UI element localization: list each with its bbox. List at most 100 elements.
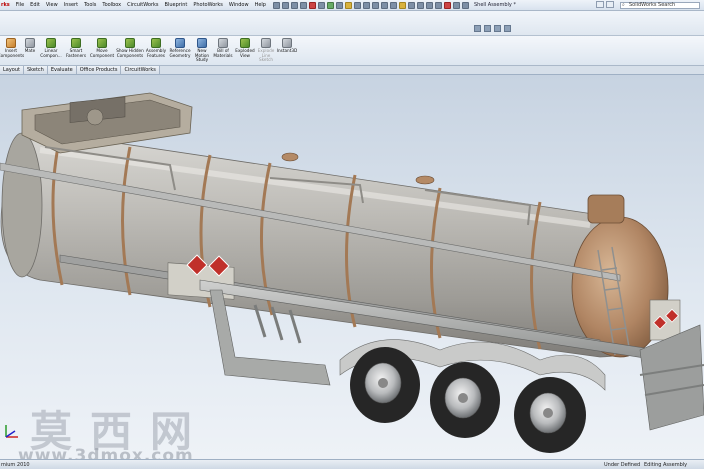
save-icon[interactable]	[290, 1, 298, 9]
instant3d-label: Instant3D	[276, 48, 298, 53]
open-icon[interactable]	[281, 1, 289, 9]
zoom-fit-icon[interactable]	[344, 1, 352, 9]
display-style-icon[interactable]	[389, 1, 397, 9]
insert-components-label: Insert Components	[0, 48, 25, 58]
move-component-label: Move Component	[89, 48, 115, 58]
move-component-button[interactable]: Move Component	[88, 36, 116, 58]
menu-edit[interactable]: Edit	[27, 2, 43, 8]
bom-label: Bill of Materials	[213, 48, 233, 58]
bill-of-materials-button[interactable]: Bill of Materials	[212, 36, 234, 58]
search-icon: ⌕	[622, 2, 625, 8]
scene-icon[interactable]	[434, 1, 442, 9]
secondary-toolbar-icons	[474, 25, 511, 32]
exploded-view-icon	[240, 38, 250, 48]
undo-icon[interactable]	[308, 1, 316, 9]
instant3d-button[interactable]: Instant3D	[276, 36, 298, 54]
smart-fasteners-icon	[71, 38, 81, 48]
rotate-icon[interactable]	[362, 1, 370, 9]
view-orientation-icon[interactable]	[380, 1, 388, 9]
minimize-icon[interactable]	[606, 1, 614, 8]
tab-evaluate[interactable]: Evaluate	[47, 66, 77, 74]
reference-triad	[5, 425, 18, 438]
linear-pattern-button[interactable]: Linear Compon...	[38, 36, 64, 58]
document-title: Shell Assembly *	[474, 2, 516, 8]
tile-vertical-icon[interactable]	[484, 25, 491, 32]
window-tile-icon[interactable]	[452, 1, 460, 9]
menu-photoworks[interactable]: PhotoWorks	[190, 2, 226, 8]
hatch-box	[21, 92, 193, 154]
new-icon[interactable]	[272, 1, 280, 9]
rebuild-icon[interactable]	[326, 1, 334, 9]
insert-components-button[interactable]: Insert Components	[0, 36, 25, 58]
tile-horizontal-icon[interactable]	[474, 25, 481, 32]
print-icon[interactable]	[299, 1, 307, 9]
reference-geometry-button[interactable]: Reference Geometry	[168, 36, 192, 58]
wheel-1	[350, 347, 420, 423]
motion-study-icon	[197, 38, 207, 48]
menu-help[interactable]: Help	[252, 2, 269, 8]
lights-icon[interactable]	[398, 1, 406, 9]
assembly-features-label: Assembly Features	[145, 48, 167, 58]
tank-body	[0, 129, 669, 358]
show-hidden-label: Show Hidden Components	[116, 48, 144, 58]
search-input[interactable]: ⌕ SolidWorks Search	[620, 2, 700, 9]
cascade-icon[interactable]	[461, 1, 469, 9]
menu-view[interactable]: View	[43, 2, 61, 8]
move-component-icon	[97, 38, 107, 48]
tab-layout[interactable]: Layout	[0, 66, 24, 74]
secondary-toolbar	[0, 11, 704, 36]
section-view-icon[interactable]	[407, 1, 415, 9]
menu-window[interactable]: Window	[226, 2, 252, 8]
linear-pattern-label: Linear Compon...	[40, 48, 62, 58]
tab-sketch[interactable]: Sketch	[24, 66, 48, 74]
smart-fasteners-label: Smart Fasteners	[65, 48, 87, 58]
new-motion-study-button[interactable]: New Motion Study	[192, 36, 212, 63]
mate-button[interactable]: Mate	[22, 36, 38, 54]
insert-components-icon	[6, 38, 16, 48]
menu-file[interactable]: File	[13, 2, 27, 8]
mate-icon	[25, 38, 35, 48]
smart-fasteners-button[interactable]: Smart Fasteners	[64, 36, 88, 58]
status-mode: Editing Assembly	[644, 462, 688, 468]
pan-icon[interactable]	[371, 1, 379, 9]
status-version: mium 2010	[1, 462, 30, 468]
menu-toolbox[interactable]: Toolbox	[99, 2, 124, 8]
menu-tools[interactable]: Tools	[81, 2, 99, 8]
command-manager-tabs: Layout Sketch Evaluate Office Products C…	[0, 66, 704, 75]
select-icon[interactable]	[317, 1, 325, 9]
window-controls	[596, 1, 614, 8]
bom-icon	[218, 38, 228, 48]
explode-line-label: Explode Line Sketch	[257, 48, 275, 63]
tab-office-products[interactable]: Office Products	[76, 66, 122, 74]
appearance-icon[interactable]	[425, 1, 433, 9]
wheel-2	[430, 362, 500, 438]
explode-line-sketch-button[interactable]: Explode Line Sketch	[256, 36, 276, 63]
options-icon[interactable]	[335, 1, 343, 9]
help-icon[interactable]	[596, 1, 604, 8]
stop-icon[interactable]	[443, 1, 451, 9]
reference-geometry-icon	[175, 38, 185, 48]
status-bar: mium 2010 Under Defined Editing Assembly	[0, 459, 704, 469]
menu-blueprint[interactable]: Blueprint	[162, 2, 191, 8]
reference-geometry-label: Reference Geometry	[169, 48, 191, 58]
solidworks-logo[interactable]: rks	[0, 2, 13, 8]
front-hatch	[587, 194, 625, 224]
menu-circuitworks[interactable]: CircuitWorks	[124, 2, 161, 8]
assembly-features-button[interactable]: Assembly Features	[144, 36, 168, 58]
exploded-view-button[interactable]: Exploded View	[234, 36, 256, 58]
show-hidden-icon	[125, 38, 135, 48]
show-hidden-components-button[interactable]: Show Hidden Components	[116, 36, 144, 58]
explode-line-icon	[261, 38, 271, 48]
search-text: SolidWorks Search	[629, 2, 676, 8]
menu-insert[interactable]: Insert	[61, 2, 81, 8]
tab-circuitworks[interactable]: CircuitWorks	[121, 66, 160, 74]
hide-show-icon[interactable]	[416, 1, 424, 9]
top-hatch	[281, 152, 299, 162]
restore-icon[interactable]	[494, 25, 501, 32]
close-document-icon[interactable]	[504, 25, 511, 32]
quick-access-toolbar	[272, 1, 469, 9]
mate-label: Mate	[24, 48, 36, 53]
zoom-area-icon[interactable]	[353, 1, 361, 9]
status-definition: Under Defined	[604, 462, 641, 468]
linear-pattern-icon	[46, 38, 56, 48]
